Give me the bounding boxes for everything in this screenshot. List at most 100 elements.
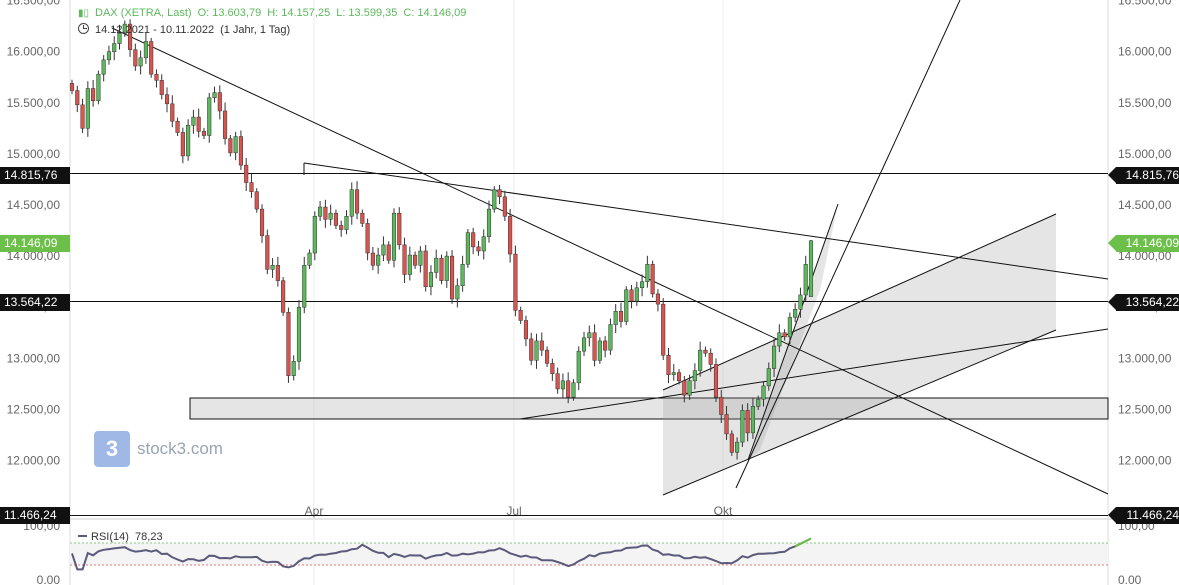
rsi-swatch	[78, 535, 87, 537]
candle-body	[761, 385, 766, 400]
price-label-top-left: 14.815,76	[0, 167, 70, 184]
instrument-header: ▮▯ DAX (XETRA, Last) O: 13.603,79 H: 14.157…	[78, 7, 472, 19]
candle-body	[281, 280, 286, 313]
candle-body	[497, 189, 502, 198]
candle-body	[233, 136, 238, 154]
candle-body	[270, 265, 275, 270]
y-tick-right: 15.000,00	[1118, 147, 1172, 161]
low-value: L: 13.599,35	[336, 7, 398, 19]
candle-body	[391, 212, 397, 261]
stock3-logo-text: stock3.com	[137, 439, 223, 458]
candle-body	[376, 254, 381, 266]
candle-body	[698, 349, 703, 371]
candle-body	[735, 441, 740, 453]
candle-body	[508, 215, 513, 255]
y-tick-right: 14.500,00	[1118, 198, 1172, 212]
candle-body	[175, 120, 180, 133]
candle-body	[354, 189, 360, 214]
rsi-axis-bottom-left: 0.00	[37, 573, 61, 585]
candle-body	[407, 254, 412, 275]
candle-body	[545, 349, 550, 364]
y-axis-left: 12.000,0012.500,0013.000,0013.500,0014.0…	[7, 0, 61, 468]
y-tick-right: 13.000,00	[1118, 351, 1172, 365]
candle-body	[465, 232, 470, 265]
candle-body	[339, 225, 344, 230]
candle-body	[228, 138, 233, 154]
y-tick-left: 16.000,00	[7, 45, 61, 59]
candle-body	[476, 246, 481, 252]
candle-body	[676, 372, 682, 382]
y-tick-right: 16.000,00	[1118, 45, 1172, 59]
candle-body	[634, 287, 639, 302]
candle-body	[502, 196, 507, 217]
candle-body	[423, 250, 428, 288]
candle-body	[143, 41, 148, 59]
stock3-logo-mark: 3	[94, 431, 130, 467]
candle-body	[397, 212, 402, 246]
price-arrow-current	[1108, 235, 1116, 251]
candle-body	[207, 97, 212, 136]
rsi-label: RSI(14)	[91, 531, 129, 543]
y-tick-left: 14.500,00	[7, 198, 61, 212]
y-tick-left: 12.500,00	[7, 402, 61, 416]
candle-body	[576, 350, 581, 384]
price-arrow-mid	[1108, 294, 1116, 310]
candle-body	[666, 354, 671, 375]
candle-body	[96, 73, 101, 102]
candle-body	[249, 182, 254, 192]
candle-body	[460, 264, 465, 286]
y-tick-right: 15.500,00	[1118, 96, 1172, 110]
candlestick-icon: ▮▯	[78, 8, 90, 19]
y-tick-right: 12.500,00	[1118, 402, 1172, 416]
candle-body	[381, 244, 386, 256]
candle-body	[101, 59, 106, 75]
candle-body	[481, 236, 486, 252]
candle-body	[624, 289, 629, 322]
close-value: C: 14.146,09	[403, 7, 467, 19]
candle-body	[782, 332, 787, 338]
candle-body	[555, 373, 560, 390]
candle-body	[402, 244, 407, 275]
candle-body	[344, 215, 349, 230]
candle-body	[629, 289, 634, 302]
candle-body	[312, 215, 317, 254]
candle-body	[571, 382, 576, 398]
price-label-low-left: 11.466,24	[0, 507, 70, 524]
drawing-tools[interactable]	[111, 0, 1109, 496]
candle-body	[719, 396, 724, 415]
price-label-current-right: 14.146,09	[1116, 235, 1179, 252]
y-tick-right: 12.000,00	[1118, 454, 1172, 468]
candle-body	[471, 232, 476, 248]
price-label-mid-left: 13.564,22	[0, 294, 70, 311]
candle-body	[597, 340, 602, 361]
candle-body	[703, 349, 708, 354]
candle-body	[238, 136, 243, 166]
price-label-low-right: 11.466,24	[1116, 507, 1179, 524]
candle-body	[740, 410, 745, 443]
candle-body	[808, 240, 814, 297]
candle-body	[302, 265, 307, 308]
candle-body	[370, 252, 375, 266]
candle-body	[307, 252, 312, 266]
candle-body	[550, 363, 555, 374]
candle-body	[523, 320, 529, 340]
candle-body	[170, 103, 175, 122]
candle-body	[603, 340, 608, 351]
candle-body	[318, 206, 323, 217]
candle-body	[223, 110, 228, 139]
candle-body	[518, 310, 523, 321]
price-chart[interactable]: 12.000,0012.500,0013.000,0013.500,0014.0…	[0, 0, 1179, 585]
y-tick-left: 13.000,00	[7, 351, 61, 365]
candle-body	[418, 250, 423, 266]
price-arrow-low	[1108, 507, 1116, 523]
candle-body	[333, 212, 338, 226]
candle-body	[766, 368, 771, 387]
support-zone-rectangle[interactable]	[189, 397, 1109, 420]
candle-body	[793, 308, 798, 318]
candle-body	[212, 92, 217, 98]
candle-body	[729, 433, 734, 453]
price-arrow-top	[1108, 167, 1116, 183]
candle-body	[133, 49, 138, 67]
candle-body	[196, 116, 201, 132]
rsi-value: 78,23	[135, 531, 163, 543]
